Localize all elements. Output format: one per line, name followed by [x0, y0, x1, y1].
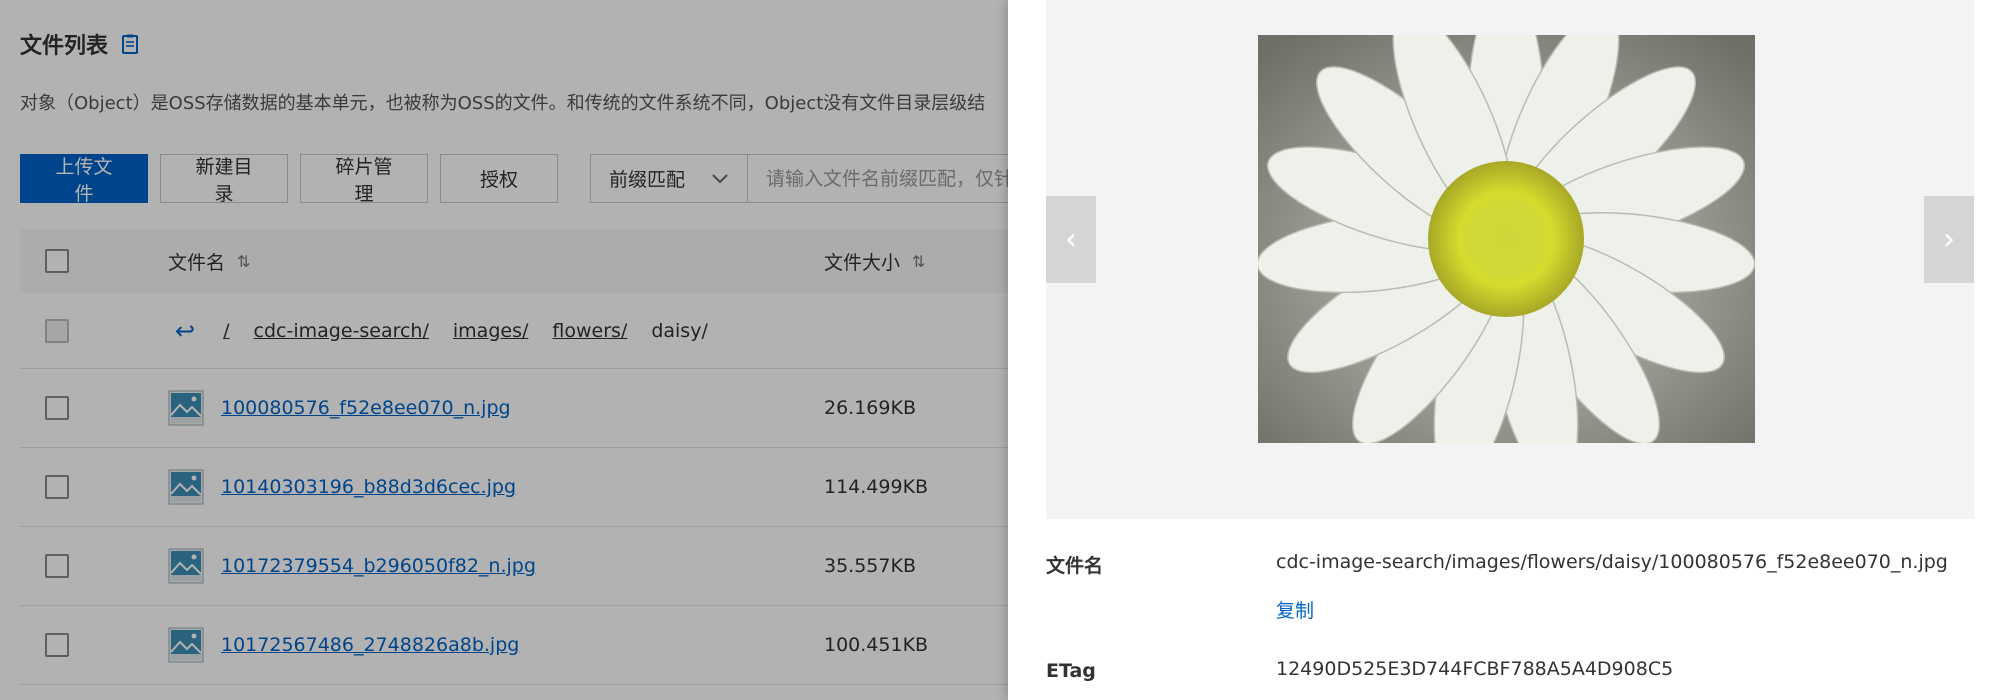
- etag-label: ETag: [1046, 660, 1096, 682]
- copy-link[interactable]: 复制: [1276, 596, 1314, 623]
- filename-value: cdc-image-search/images/flowers/daisy/10…: [1276, 551, 1948, 573]
- image-preview-area: ‹ ›: [1046, 0, 1974, 519]
- file-detail-drawer: ‹ › 文件名 cdc-image-search/images/flowers/…: [1008, 0, 2000, 700]
- previous-image-button[interactable]: ‹: [1046, 196, 1096, 283]
- etag-value: 12490D525E3D744FCBF788A5A4D908C5: [1276, 658, 1674, 680]
- drawer-mask-overlay[interactable]: [0, 0, 1008, 700]
- daisy-preview-image: [1256, 0, 1756, 485]
- filename-label: 文件名: [1046, 555, 1104, 577]
- next-image-button[interactable]: ›: [1924, 196, 1974, 283]
